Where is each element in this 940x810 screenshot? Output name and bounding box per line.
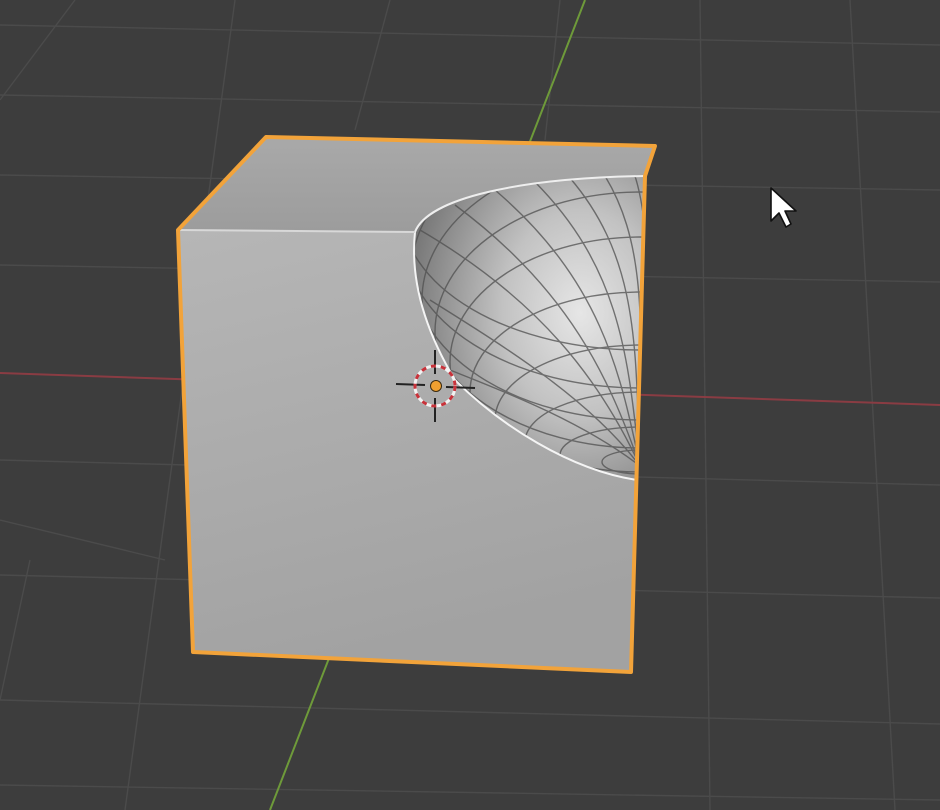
3d-viewport[interactable] — [0, 0, 940, 810]
arrow-pointer-icon — [770, 187, 797, 228]
viewport-canvas[interactable] — [0, 0, 940, 810]
selected-cube-object[interactable] — [176, 70, 878, 674]
object-origin-dot — [430, 380, 442, 392]
